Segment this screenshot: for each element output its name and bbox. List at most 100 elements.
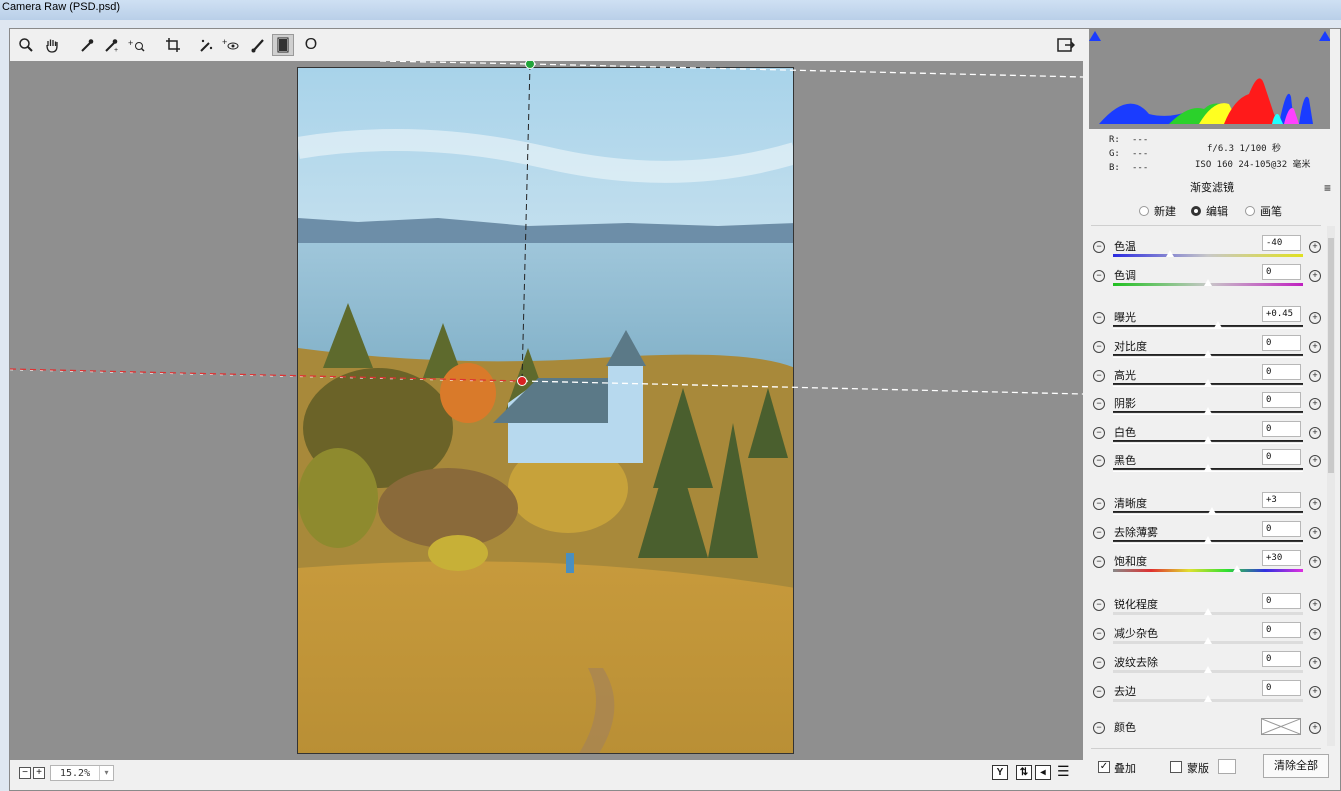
plus-icon[interactable]: + — [1309, 455, 1321, 467]
minus-icon[interactable]: − — [1093, 556, 1105, 568]
minus-icon[interactable]: − — [1093, 599, 1105, 611]
slider-thumb[interactable] — [1203, 435, 1213, 443]
spot-removal-icon[interactable] — [195, 34, 217, 56]
minus-icon[interactable]: − — [1093, 312, 1105, 324]
plus-icon[interactable]: + — [1309, 599, 1321, 611]
adjustment-value-input[interactable]: 0 — [1262, 622, 1301, 638]
plus-icon[interactable]: + — [1309, 556, 1321, 568]
slider-thumb[interactable] — [1203, 406, 1213, 414]
hand-icon[interactable] — [41, 34, 63, 56]
slider-thumb[interactable] — [1203, 665, 1213, 673]
settings-icon[interactable]: ☰ — [1057, 763, 1070, 780]
slider-track[interactable] — [1113, 325, 1303, 329]
plus-icon[interactable]: + — [1309, 427, 1321, 439]
minus-icon[interactable]: − — [1093, 398, 1105, 410]
adjustment-value-input[interactable]: +30 — [1262, 550, 1301, 566]
mode-new[interactable]: 新建 — [1139, 202, 1176, 220]
slider-thumb[interactable] — [1203, 535, 1213, 543]
zoom-icon[interactable] — [15, 34, 37, 56]
minus-icon[interactable]: − — [1093, 657, 1105, 669]
zoom-in-button[interactable]: + — [33, 767, 45, 779]
plus-icon[interactable]: + — [1309, 241, 1321, 253]
graduated-filter-icon[interactable] — [272, 34, 294, 56]
zoom-dropdown-icon[interactable]: ▾ — [99, 766, 113, 780]
adjustment-value-input[interactable]: 0 — [1262, 264, 1301, 280]
slider-thumb[interactable] — [1203, 278, 1213, 286]
mask-checkbox[interactable] — [1170, 761, 1182, 773]
minus-icon[interactable]: − — [1093, 686, 1105, 698]
adjustment-value-input[interactable]: +3 — [1262, 492, 1301, 508]
slider-thumb[interactable] — [1203, 463, 1213, 471]
crop-icon[interactable] — [162, 34, 184, 56]
adjustment-value-input[interactable]: 0 — [1262, 449, 1301, 465]
adjustment-value-input[interactable]: 0 — [1262, 680, 1301, 696]
minus-icon[interactable]: − — [1093, 455, 1105, 467]
overlay-checkbox[interactable]: ✓ — [1098, 761, 1110, 773]
plus-icon[interactable]: + — [1309, 312, 1321, 324]
adjustment-value-input[interactable]: 0 — [1262, 521, 1301, 537]
status-bar: − + 15.2% ▾ Y ⇅ ◂ ☰ — [10, 760, 1083, 786]
mode-brush[interactable]: 画笔 — [1245, 202, 1282, 220]
plus-icon[interactable]: + — [1309, 498, 1321, 510]
adjustment-brush-icon[interactable] — [247, 34, 269, 56]
slider-thumb[interactable] — [1203, 694, 1213, 702]
minus-icon[interactable]: − — [1093, 427, 1105, 439]
adjustment-row: − 饱和度 +30 + — [1087, 548, 1337, 577]
zoom-out-button[interactable]: − — [19, 767, 31, 779]
plus-icon[interactable]: + — [1309, 686, 1321, 698]
adjustment-value-input[interactable]: 0 — [1262, 364, 1301, 380]
scrollbar-thumb[interactable] — [1328, 238, 1334, 473]
slider-track[interactable] — [1113, 569, 1303, 572]
slider-thumb[interactable] — [1203, 636, 1213, 644]
adjustment-value-input[interactable]: 0 — [1262, 392, 1301, 408]
slider-thumb[interactable] — [1206, 506, 1217, 514]
y-compare-icon[interactable]: Y — [992, 765, 1008, 780]
red-eye-icon[interactable]: + — [220, 34, 242, 56]
plus-icon[interactable]: + — [1309, 270, 1321, 282]
color-sampler-icon[interactable]: + — [100, 34, 122, 56]
svg-text:+: + — [222, 37, 227, 47]
minus-icon[interactable]: − — [1093, 270, 1105, 282]
radial-filter-icon[interactable]: O — [300, 34, 322, 56]
fullscreen-icon[interactable] — [1055, 34, 1077, 56]
plus-icon[interactable]: + — [1309, 341, 1321, 353]
panel-scrollbar[interactable] — [1327, 226, 1335, 746]
target-adjust-icon[interactable]: + — [126, 34, 148, 56]
swap-icon[interactable]: ⇅ — [1016, 765, 1032, 780]
minus-icon[interactable]: − — [1093, 498, 1105, 510]
slider-track[interactable] — [1113, 254, 1303, 257]
slider-thumb[interactable] — [1212, 320, 1223, 328]
adjustment-value-input[interactable]: 0 — [1262, 651, 1301, 667]
divider — [1091, 225, 1321, 226]
adjustment-value-input[interactable]: 0 — [1262, 335, 1301, 351]
white-balance-icon[interactable] — [76, 34, 98, 56]
plus-icon[interactable]: + — [1309, 722, 1321, 734]
image-canvas[interactable] — [10, 61, 1083, 760]
plus-icon[interactable]: + — [1309, 370, 1321, 382]
panel-menu-icon[interactable]: ≡ — [1324, 181, 1331, 195]
slider-thumb[interactable] — [1203, 607, 1213, 615]
slider-thumb[interactable] — [1165, 249, 1175, 257]
slider-thumb[interactable] — [1231, 564, 1242, 572]
mode-edit[interactable]: 编辑 — [1191, 202, 1228, 220]
slider-thumb[interactable] — [1203, 349, 1213, 357]
plus-icon[interactable]: + — [1309, 527, 1321, 539]
minus-icon[interactable]: − — [1093, 722, 1105, 734]
clear-all-button[interactable]: 清除全部 — [1263, 754, 1329, 778]
copy-icon[interactable]: ◂ — [1035, 765, 1051, 780]
plus-icon[interactable]: + — [1309, 628, 1321, 640]
adjustment-value-input[interactable]: +0.45 — [1262, 306, 1301, 322]
adjustment-value-input[interactable]: 0 — [1262, 421, 1301, 437]
minus-icon[interactable]: − — [1093, 241, 1105, 253]
mask-color-swatch[interactable] — [1218, 759, 1236, 774]
color-swatch[interactable] — [1261, 718, 1301, 735]
minus-icon[interactable]: − — [1093, 370, 1105, 382]
plus-icon[interactable]: + — [1309, 657, 1321, 669]
slider-thumb[interactable] — [1203, 378, 1213, 386]
adjustment-value-input[interactable]: 0 — [1262, 593, 1301, 609]
minus-icon[interactable]: − — [1093, 628, 1105, 640]
plus-icon[interactable]: + — [1309, 398, 1321, 410]
adjustment-value-input[interactable]: -40 — [1262, 235, 1301, 251]
minus-icon[interactable]: − — [1093, 341, 1105, 353]
minus-icon[interactable]: − — [1093, 527, 1105, 539]
